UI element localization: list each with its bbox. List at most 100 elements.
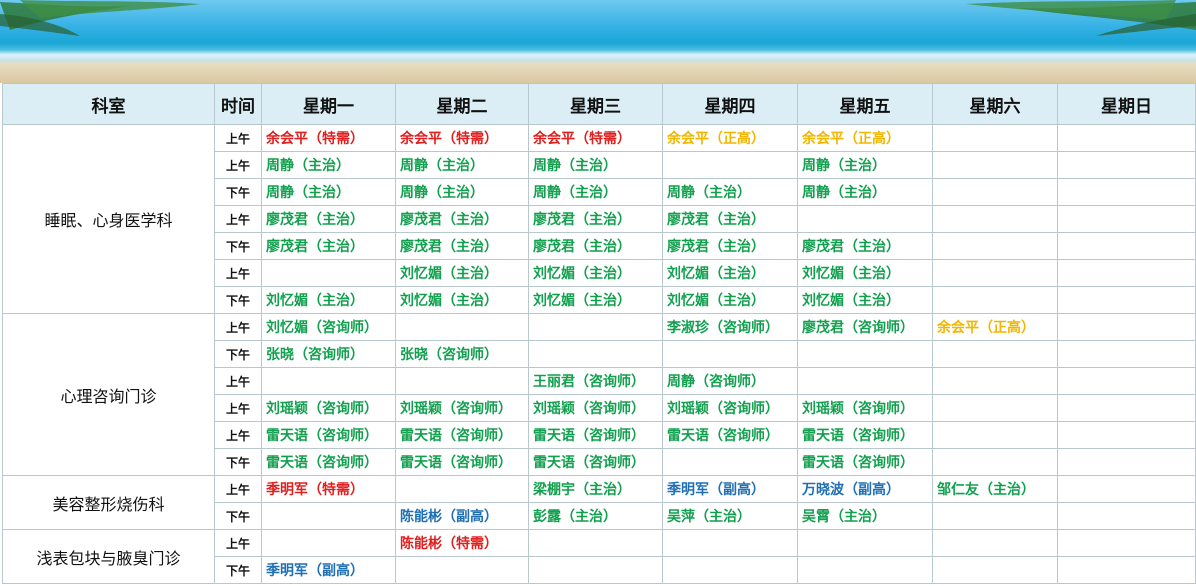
time-cell: 下午 xyxy=(214,340,262,368)
doctor-cell xyxy=(1057,313,1196,341)
time-cell: 上午 xyxy=(214,367,262,395)
doctor-cell: 刘忆媚（主治） xyxy=(261,286,396,314)
doctor-cell xyxy=(528,313,663,341)
doctor-cell: 廖茂君（主治） xyxy=(662,205,798,233)
doctor-cell: 刘忆媚（主治） xyxy=(528,286,663,314)
palm-leaves-right-icon xyxy=(966,0,1196,36)
time-cell: 下午 xyxy=(214,178,262,206)
doctor-cell xyxy=(932,232,1058,260)
doctor-cell: 廖茂君（主治） xyxy=(395,205,529,233)
doctor-cell xyxy=(662,151,798,179)
doctor-cell: 余会平（正高） xyxy=(797,124,933,152)
doctor-cell xyxy=(1057,421,1196,449)
doctor-cell: 廖茂君（主治） xyxy=(528,205,663,233)
doctor-cell xyxy=(932,556,1058,584)
doctor-cell: 刘瑶颖（咨询师） xyxy=(395,394,529,422)
doctor-cell: 陈能彬（特需） xyxy=(395,529,529,557)
doctor-cell: 廖茂君（咨询师） xyxy=(797,313,933,341)
doctor-cell: 廖茂君（主治） xyxy=(797,232,933,260)
department-cell: 睡眠、心身医学科 xyxy=(2,124,215,314)
department-cell: 心理咨询门诊 xyxy=(2,313,215,476)
doctor-cell xyxy=(1057,151,1196,179)
column-header: 时间 xyxy=(214,83,262,125)
doctor-cell xyxy=(1057,394,1196,422)
doctor-cell xyxy=(662,529,798,557)
doctor-cell: 刘忆媚（主治） xyxy=(797,259,933,287)
doctor-cell xyxy=(797,529,933,557)
time-cell: 上午 xyxy=(214,151,262,179)
doctor-cell: 雷天语（咨询师） xyxy=(528,421,663,449)
doctor-cell: 周静（主治） xyxy=(395,178,529,206)
header-row: 科室 时间 星期一 星期二 星期三 星期四 星期五 星期六 星期日 xyxy=(2,83,1196,125)
time-cell: 上午 xyxy=(214,394,262,422)
doctor-cell: 廖茂君（主治） xyxy=(528,232,663,260)
doctor-cell xyxy=(662,448,798,476)
doctor-cell xyxy=(1057,448,1196,476)
doctor-cell xyxy=(932,394,1058,422)
column-header: 星期四 xyxy=(662,83,798,125)
doctor-cell xyxy=(1057,502,1196,530)
doctor-cell: 余会平（正高） xyxy=(662,124,798,152)
doctor-cell: 刘忆媚（主治） xyxy=(797,286,933,314)
doctor-cell xyxy=(395,475,529,503)
doctor-cell xyxy=(932,178,1058,206)
doctor-cell xyxy=(1057,529,1196,557)
doctor-cell xyxy=(1057,286,1196,314)
doctor-cell: 刘忆媚（主治） xyxy=(528,259,663,287)
doctor-cell: 廖茂君（主治） xyxy=(261,232,396,260)
doctor-cell xyxy=(1057,556,1196,584)
time-cell: 下午 xyxy=(214,232,262,260)
doctor-cell: 季明军（特需） xyxy=(261,475,396,503)
doctor-cell xyxy=(395,556,529,584)
column-header: 星期三 xyxy=(528,83,663,125)
doctor-cell: 邹仁友（主治） xyxy=(932,475,1058,503)
doctor-cell: 陈能彬（副高） xyxy=(395,502,529,530)
doctor-cell xyxy=(395,313,529,341)
table-row: 浅表包块与腋臭门诊 上午 陈能彬（特需） xyxy=(2,529,1196,584)
doctor-cell: 雷天语（咨询师） xyxy=(261,448,396,476)
doctor-cell xyxy=(662,340,798,368)
doctor-cell: 季明军（副高） xyxy=(662,475,798,503)
doctor-cell: 刘瑶颖（咨询师） xyxy=(261,394,396,422)
time-cell: 上午 xyxy=(214,259,262,287)
table-row: 美容整形烧伤科 上午 季明军（特需） 梁棚宇（主治） 季明军（副高） 万晓波（副高） 邹仁友… xyxy=(2,475,1196,530)
doctor-cell: 周静（咨询师） xyxy=(662,367,798,395)
doctor-cell: 雷天语（咨询师） xyxy=(395,448,529,476)
doctor-cell: 雷天语（咨询师） xyxy=(662,421,798,449)
doctor-cell xyxy=(528,529,663,557)
doctor-cell xyxy=(1057,124,1196,152)
table-row: 心理咨询门诊 上午 刘忆媚（咨询师） 李淑珍（咨询师） 廖茂君（咨询师） 余会平（正高） xyxy=(2,313,1196,476)
time-cell: 上午 xyxy=(214,475,262,503)
doctor-cell: 周静（主治） xyxy=(528,151,663,179)
doctor-cell: 周静（主治） xyxy=(797,178,933,206)
time-cell: 下午 xyxy=(214,556,262,584)
doctor-cell: 周静（主治） xyxy=(261,178,396,206)
time-cell: 上午 xyxy=(214,205,262,233)
doctor-cell xyxy=(797,556,933,584)
doctor-cell xyxy=(932,205,1058,233)
beach-banner xyxy=(0,0,1196,83)
doctor-cell xyxy=(1057,232,1196,260)
doctor-cell: 余会平（正高） xyxy=(932,313,1058,341)
doctor-cell xyxy=(662,556,798,584)
time-cell: 下午 xyxy=(214,286,262,314)
table-row: 睡眠、心身医学科 上午 余会平（特需） 余会平（特需） 余会平（特需） 余会平（正高） 余会… xyxy=(2,124,1196,314)
doctor-cell: 周静（主治） xyxy=(528,178,663,206)
time-cell: 上午 xyxy=(214,313,262,341)
doctor-cell xyxy=(261,259,396,287)
doctor-cell xyxy=(1057,178,1196,206)
doctor-cell: 刘瑶颖（咨询师） xyxy=(797,394,933,422)
doctor-cell xyxy=(932,529,1058,557)
doctor-cell xyxy=(932,259,1058,287)
doctor-cell: 季明军（副高） xyxy=(261,556,396,584)
column-header: 星期六 xyxy=(932,83,1058,125)
time-cell: 下午 xyxy=(214,502,262,530)
doctor-cell xyxy=(1057,475,1196,503)
doctor-cell xyxy=(932,286,1058,314)
doctor-cell: 雷天语（咨询师） xyxy=(261,421,396,449)
doctor-cell: 吴霄（主治） xyxy=(797,502,933,530)
doctor-cell: 万晓波（副高） xyxy=(797,475,933,503)
doctor-cell: 刘忆媚（主治） xyxy=(662,286,798,314)
doctor-cell: 廖茂君（主治） xyxy=(261,205,396,233)
schedule-body: 睡眠、心身医学科 上午 余会平（特需） 余会平（特需） 余会平（特需） 余会平（正高） 余会… xyxy=(2,124,1196,584)
